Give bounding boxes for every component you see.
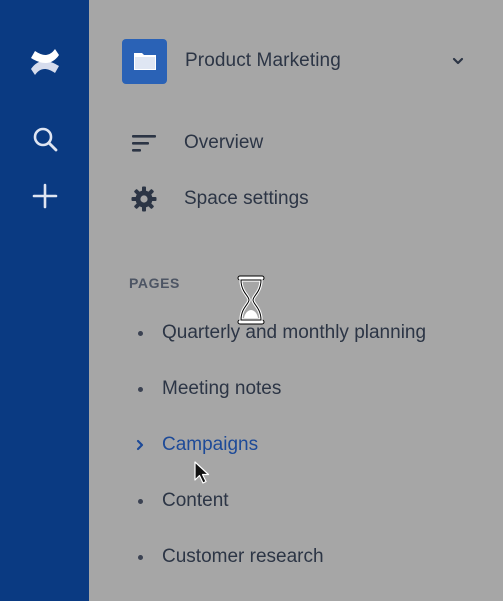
search-icon[interactable] (0, 122, 89, 156)
bullet-icon (129, 319, 151, 347)
page-item-customer-research[interactable]: Customer research (129, 543, 324, 571)
chevron-right-icon[interactable] (129, 431, 151, 459)
page-item-label: Quarterly and monthly planning (162, 322, 427, 343)
menu-item-overview[interactable]: Overview (129, 128, 263, 158)
chevron-down-icon[interactable] (451, 54, 465, 68)
bullet-icon (129, 543, 151, 571)
folder-icon (122, 38, 167, 84)
page-item-campaigns[interactable]: Campaigns (129, 431, 258, 459)
page-item-label: Customer research (162, 546, 324, 567)
overview-lines-icon (129, 128, 159, 158)
menu-item-label: Space settings (184, 188, 309, 209)
page-item-content[interactable]: Content (129, 487, 229, 515)
menu-item-label: Overview (184, 132, 264, 153)
menu-item-space-settings[interactable]: Space settings (129, 184, 309, 214)
space-name: Product Marketing (185, 50, 341, 71)
plus-icon[interactable] (0, 179, 89, 213)
page-item-meeting-notes[interactable]: Meeting notes (129, 375, 281, 403)
space-sidebar: Product Marketing Overview Space setting… (89, 0, 503, 601)
page-item-quarterly-and-monthly-planning[interactable]: Quarterly and monthly planning (129, 319, 426, 347)
pages-section-heading: PAGES (129, 275, 180, 291)
page-item-label: Content (162, 490, 229, 511)
confluence-app: Product Marketing Overview Space setting… (0, 0, 503, 601)
global-navigation (0, 0, 89, 601)
page-item-label: Meeting notes (162, 378, 282, 399)
gear-icon (129, 184, 159, 214)
space-header[interactable]: Product Marketing (122, 38, 472, 84)
confluence-logo-icon[interactable] (0, 40, 89, 84)
page-item-label: Campaigns (162, 434, 259, 455)
bullet-icon (129, 487, 151, 515)
bullet-icon (129, 375, 151, 403)
